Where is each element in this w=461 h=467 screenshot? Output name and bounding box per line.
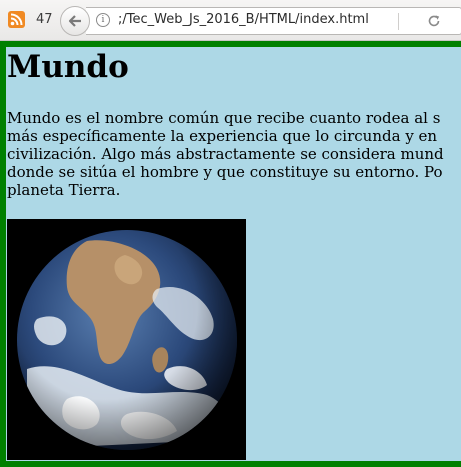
address-bar[interactable]: i ;/Tec_Web_Js_2016_B/HTML/index.html: [86, 7, 461, 35]
earth-image: [7, 219, 246, 460]
page-content: Mundo Mundo es el nombre común que recib…: [0, 41, 461, 467]
paragraph-line: civilización. Algo más abstractamente se…: [7, 145, 444, 163]
info-icon[interactable]: i: [96, 13, 110, 27]
page-title: Mundo: [7, 49, 129, 85]
body-paragraph: Mundo es el nombre común que recibe cuan…: [7, 109, 461, 199]
back-arrow-icon: [68, 15, 81, 27]
paragraph-line: más específicamente la experiencia que l…: [7, 127, 438, 145]
back-button[interactable]: [60, 6, 90, 36]
paragraph-line: Mundo es el nombre común que recibe cuan…: [7, 109, 441, 127]
paragraph-line: planeta Tierra.: [7, 181, 121, 199]
url-separator: [398, 13, 399, 30]
reload-icon[interactable]: [426, 13, 442, 29]
feed-count: 47: [36, 12, 53, 27]
browser-toolbar: 47 i ;/Tec_Web_Js_2016_B/HTML/index.html: [0, 0, 461, 41]
paragraph-line: donde se sitúa el hombre y que constituy…: [7, 163, 443, 181]
url-text[interactable]: ;/Tec_Web_Js_2016_B/HTML/index.html: [118, 12, 369, 27]
rss-icon[interactable]: [8, 11, 25, 28]
